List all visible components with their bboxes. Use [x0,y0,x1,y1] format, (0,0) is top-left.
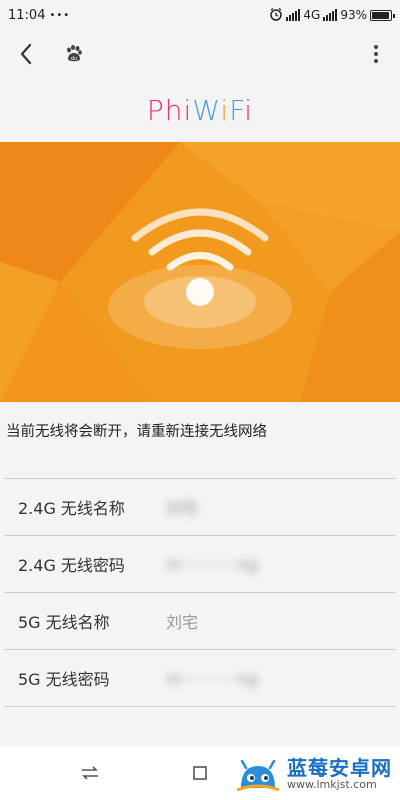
square-icon[interactable] [180,753,220,793]
baidu-paw-icon[interactable]: du [62,42,86,66]
signal-icon-2 [323,9,338,21]
logo-part-5: i [244,93,254,127]
alarm-icon [269,7,283,24]
android-robot-icon [236,759,280,792]
logo-part-4: F [229,93,245,127]
setting-label: 2.4G 无线名称 [18,499,125,518]
network-type: 4G [303,8,321,22]
phiwifi-logo: PhiWiFi [147,94,253,127]
logo-part-3: i [220,93,230,127]
status-dots: ••• [49,9,71,21]
swap-arrows-icon[interactable] [70,753,110,793]
watermark-url: www.lmkjst.com [287,777,377,791]
setting-row-24g-password[interactable]: 2.4G 无线密码 m···········ng [4,536,396,593]
logo-part-2: W [192,93,221,127]
chevron-left-icon[interactable] [12,40,40,68]
battery-percent: 93% [340,8,367,22]
status-bar: 11:04 ••• 4G 93% [0,0,400,30]
more-vertical-icon[interactable] [364,40,388,68]
battery-icon [370,9,395,21]
setting-value: 刘宅 [166,613,199,632]
wifi-hero-banner [0,142,400,402]
status-left: 11:04 ••• [8,8,70,23]
setting-label: 5G 无线名称 [18,613,110,632]
logo-part-1: Phi [146,93,193,127]
setting-row-5g-name[interactable]: 5G 无线名称 刘宅 [4,593,396,650]
status-time: 11:04 [8,7,46,23]
logo-area: PhiWiFi [0,78,400,142]
setting-value: m···········ng [166,554,258,574]
battery-fill [372,11,389,19]
disconnect-notice: 当前无线将会断开，请重新连接无线网络 [6,424,267,440]
watermark: 蓝莓安卓网 www.lmkjst.com [235,754,392,794]
system-nav-bar: 蓝莓安卓网 www.lmkjst.com [0,746,400,800]
setting-row-24g-name[interactable]: 2.4G 无线名称 刘宅 [4,479,396,536]
setting-row-5g-password[interactable]: 5G 无线密码 m···········ng [4,650,396,707]
setting-value: m···········ng [166,668,258,688]
svg-text:du: du [71,56,77,62]
setting-label: 5G 无线密码 [18,670,110,689]
status-right: 4G 93% [269,7,395,24]
wifi-settings-list: 2.4G 无线名称 刘宅 2.4G 无线密码 m···········ng 5G… [4,478,396,707]
watermark-title: 蓝莓安卓网 [287,755,392,780]
signal-icon [286,9,301,21]
setting-value: 刘宅 [166,499,199,518]
watermark-text: 蓝莓安卓网 www.lmkjst.com [287,757,392,791]
setting-label: 2.4G 无线密码 [18,556,125,575]
nav-bar: du [0,30,400,78]
